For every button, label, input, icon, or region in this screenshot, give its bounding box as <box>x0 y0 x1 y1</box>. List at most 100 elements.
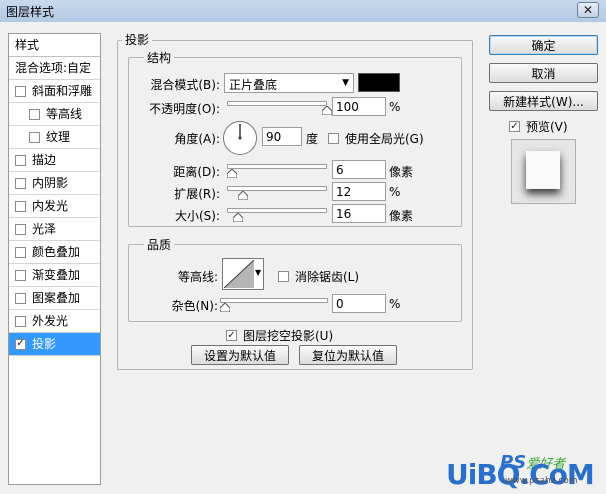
sidebar-item[interactable]: 等高线 <box>9 103 100 126</box>
sidebar-item[interactable]: 外发光 <box>9 310 100 333</box>
preview-checkbox[interactable]: ✓ 预览(V) <box>509 118 568 135</box>
sidebar-item[interactable]: 内阴影 <box>9 172 100 195</box>
sidebar-item-checkbox[interactable] <box>29 108 40 120</box>
distance-label: 距离(D): <box>173 165 220 179</box>
shadow-color-swatch[interactable] <box>358 73 400 92</box>
opacity-slider[interactable] <box>227 98 332 115</box>
style-list: 样式 混合选项:自定 斜面和浮雕等高线纹理描边内阴影内发光光泽 颜色叠加 渐变叠加图… <box>8 33 101 485</box>
sidebar-item-label: 等高线 <box>46 107 83 121</box>
sidebar-item[interactable]: 光泽 <box>9 218 100 241</box>
title-bar: 图层样式 ✕ <box>0 0 606 22</box>
sidebar-item-label: 图案叠加 <box>32 291 81 305</box>
noise-slider[interactable] <box>220 295 328 312</box>
sidebar-item-blend-options[interactable]: 混合选项:自定 <box>9 57 100 80</box>
quality-legend: 品质 <box>144 236 175 253</box>
size-slider[interactable] <box>227 205 327 222</box>
sidebar-item-checkbox[interactable] <box>15 85 26 97</box>
sidebar-item-checkbox[interactable]: ✓ <box>15 338 26 350</box>
noise-track <box>220 298 328 303</box>
sidebar-item-label: 纹理 <box>46 130 71 144</box>
sidebar-item-label: 内发光 <box>32 199 69 213</box>
preview-swatch <box>526 151 560 189</box>
style-preview <box>511 139 576 204</box>
distance-unit: 像素 <box>389 165 414 179</box>
noise-thumb[interactable] <box>220 303 230 312</box>
sidebar-item[interactable]: ✓ 投影 <box>9 333 100 356</box>
spread-input[interactable]: 12 <box>332 182 386 201</box>
sidebar-item[interactable]: 斜面和浮雕 <box>9 80 100 103</box>
spread-slider[interactable] <box>227 183 327 200</box>
angle-dial[interactable] <box>222 120 258 156</box>
watermark-brand: UiBQ.CoM <box>446 458 595 491</box>
contour-picker[interactable]: ▼ <box>222 258 264 290</box>
style-list-title: 样式 <box>9 34 100 57</box>
cancel-button[interactable]: 取消 <box>489 63 598 83</box>
watermark-url: www.psahz.com <box>505 476 578 486</box>
global-light-box[interactable] <box>328 133 339 144</box>
ok-button[interactable]: 确定 <box>489 35 598 55</box>
knockout-box[interactable]: ✓ <box>226 330 237 341</box>
sidebar-item[interactable]: 内发光 <box>9 195 100 218</box>
spread-label: 扩展(R): <box>174 187 220 201</box>
antialias-box[interactable] <box>278 271 289 282</box>
sidebar-item[interactable]: 渐变叠加 <box>9 264 100 287</box>
sidebar-item-checkbox[interactable] <box>15 223 26 235</box>
global-light-label: 使用全局光(G) <box>345 132 424 146</box>
spread-thumb[interactable] <box>238 191 249 200</box>
contour-linear-icon <box>224 260 254 288</box>
opacity-input[interactable]: 100 <box>332 97 386 116</box>
distance-input[interactable]: 6 <box>332 160 386 179</box>
sidebar-item-label: 内阴影 <box>32 176 69 190</box>
close-button[interactable]: ✕ <box>577 2 599 18</box>
sidebar-item-checkbox[interactable] <box>15 154 26 166</box>
sidebar-item-checkbox[interactable] <box>15 200 26 212</box>
sidebar-item-label: 投影 <box>32 337 57 351</box>
sidebar-item-checkbox[interactable] <box>15 292 26 304</box>
opacity-track <box>227 101 327 106</box>
antialias-checkbox[interactable]: 消除锯齿(L) <box>278 268 359 285</box>
preview-box[interactable]: ✓ <box>509 121 520 132</box>
spread-unit: % <box>389 185 401 199</box>
drop-shadow-legend: 投影 <box>122 31 153 48</box>
window-title: 图层样式 <box>6 5 55 19</box>
sidebar-item-checkbox[interactable] <box>29 131 40 143</box>
size-unit: 像素 <box>389 209 414 223</box>
size-input[interactable]: 16 <box>332 204 386 223</box>
contour-dropdown-icon[interactable]: ▼ <box>255 268 261 277</box>
sidebar-item-checkbox[interactable] <box>15 315 26 327</box>
structure-legend: 结构 <box>144 49 175 66</box>
angle-input[interactable]: 90 <box>262 127 302 146</box>
distance-thumb[interactable] <box>227 169 237 178</box>
new-style-button[interactable]: 新建样式(W)... <box>489 91 598 111</box>
preview-label: 预览(V) <box>526 120 568 134</box>
contour-label: 等高线: <box>177 270 218 284</box>
knockout-label: 图层挖空投影(U) <box>243 329 334 343</box>
opacity-thumb[interactable] <box>322 106 332 115</box>
sidebar-item[interactable]: 颜色叠加 <box>9 241 100 264</box>
angle-unit: 度 <box>306 132 319 146</box>
noise-unit: % <box>389 297 401 311</box>
distance-track <box>227 164 327 169</box>
sidebar-item-checkbox[interactable] <box>15 269 26 281</box>
sidebar-item[interactable]: 图案叠加 <box>9 287 100 310</box>
sidebar-item-checkbox[interactable] <box>15 246 26 258</box>
blend-mode-value: 正片叠底 <box>229 78 278 92</box>
reset-default-button[interactable]: 复位为默认值 <box>299 345 397 365</box>
sidebar-item[interactable]: 纹理 <box>9 126 100 149</box>
make-default-button[interactable]: 设置为默认值 <box>191 345 289 365</box>
close-icon: ✕ <box>582 3 594 17</box>
sidebar-item-checkbox[interactable] <box>15 177 26 189</box>
noise-input[interactable]: 0 <box>332 294 386 313</box>
chevron-down-icon: ▼ <box>342 78 349 88</box>
global-light-checkbox[interactable]: 使用全局光(G) <box>328 130 424 147</box>
opacity-unit: % <box>389 100 401 114</box>
size-thumb[interactable] <box>232 213 243 222</box>
distance-slider[interactable] <box>227 161 327 178</box>
blend-mode-label: 混合模式(B): <box>150 78 220 92</box>
sidebar-item-label: 斜面和浮雕 <box>32 84 93 98</box>
size-label: 大小(S): <box>174 209 220 223</box>
sidebar-item[interactable]: 描边 <box>9 149 100 172</box>
knockout-checkbox[interactable]: ✓ 图层挖空投影(U) <box>226 327 333 344</box>
blend-mode-select[interactable]: 正片叠底 ▼ <box>224 73 354 93</box>
antialias-label: 消除锯齿(L) <box>295 270 360 284</box>
